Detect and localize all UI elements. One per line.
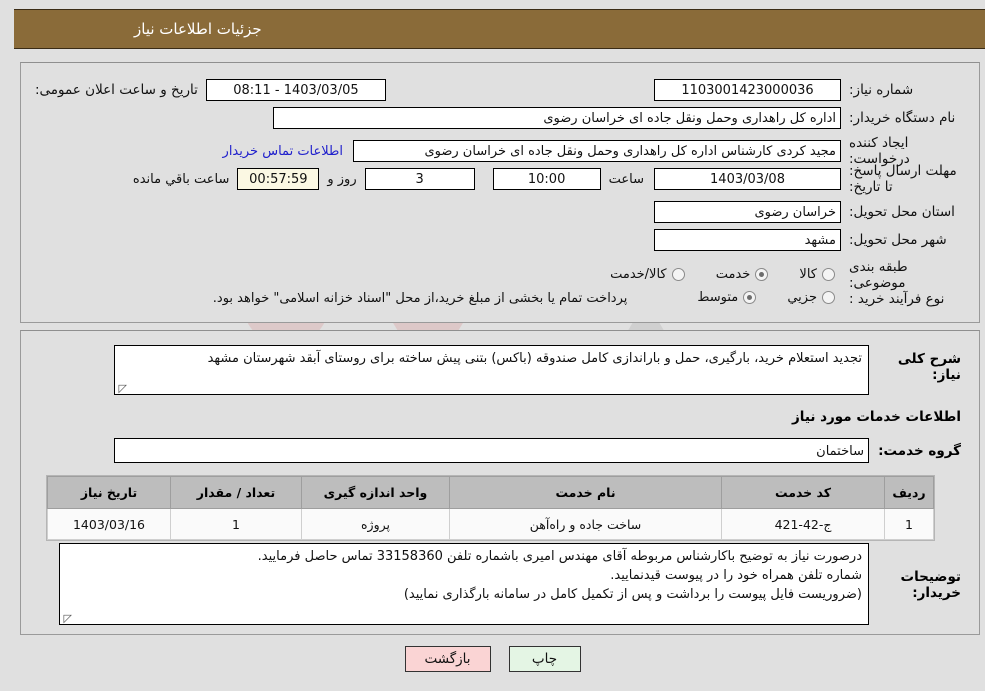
remaining-days-label: روز و [327, 171, 357, 187]
cell-service-code: ج-42-421 [721, 508, 885, 540]
radio-icon[interactable] [671, 267, 685, 281]
resize-grip-icon[interactable]: ◸ [118, 383, 127, 394]
overview-row: شرح کلی نیاز: تجدید استعلام خرید، بارگیر… [114, 345, 961, 395]
page-title: جزئیات اطلاعات نیاز [134, 20, 262, 38]
services-heading: اطلاعات خدمات مورد نیاز [791, 409, 961, 425]
process-option-jozei[interactable]: جزیي [787, 290, 835, 305]
category-row: طبقه بندی موضوعی: کالا خدمت کالا/خدمت [584, 259, 961, 291]
radio-icon[interactable] [822, 291, 835, 304]
cell-unit: پروژه [301, 508, 450, 540]
buyer-notes-row: توضیحات خریدار: درصورت نیاز به توضیح باک… [59, 543, 961, 625]
cell-quantity: 1 [170, 508, 302, 540]
process-option-label: متوسط [697, 290, 739, 305]
radio-icon[interactable] [822, 267, 835, 281]
countdown-value: 00:57:59 [237, 168, 320, 190]
need-number-label: شماره نیاز: [849, 82, 914, 98]
countdown-label: ساعت باقي مانده [132, 171, 230, 187]
category-option-kala-khedmat[interactable]: کالا/خدمت [610, 267, 685, 282]
buyer-contact-link[interactable]: اطلاعات تماس خریدار [223, 144, 343, 159]
buyer-notes-line: شماره تلفن همراه خود را در پیوست قیدنمای… [610, 568, 862, 583]
category-options: کالا خدمت کالا/خدمت [584, 266, 835, 285]
services-table: ردیف کد خدمت نام خدمت واحد اندازه گیری ت… [47, 476, 934, 540]
service-group-label: گروه خدمت: [878, 442, 961, 459]
announce-datetime-label: تاریخ و ساعت اعلان عمومی: [35, 82, 198, 98]
buyer-org-row: نام دستگاه خریدار: اداره کل راهداری وحمل… [273, 107, 961, 129]
category-option-kala[interactable]: کالا [799, 267, 835, 282]
city-row: شهر محل تحویل: مشهد [654, 229, 961, 251]
need-number-value: 1103001423000036 [654, 79, 841, 101]
category-option-khedmat[interactable]: خدمت [716, 267, 769, 282]
col-quantity: تعداد / مقدار [170, 476, 302, 509]
col-need-date: تاریخ نیاز [47, 476, 171, 509]
services-heading-row: اطلاعات خدمات مورد نیاز [792, 409, 961, 425]
resize-grip-icon[interactable]: ◸ [63, 613, 72, 624]
category-option-label: خدمت [715, 266, 751, 282]
radio-icon[interactable] [755, 267, 769, 281]
col-service-code: کد خدمت [721, 476, 885, 509]
service-group-value: ساختمان [114, 438, 869, 463]
overview-text: تجدید استعلام خرید، بارگیری، حمل و باران… [207, 351, 862, 366]
province-row: استان محل تحویل: خراسان رضوی [654, 201, 961, 223]
deadline-date-value: 1403/03/08 [654, 168, 841, 190]
process-row: نوع فرآیند خرید : جزیي متوسط پرداخت تمام… [213, 289, 961, 308]
services-table-wrapper: ردیف کد خدمت نام خدمت واحد اندازه گیری ت… [46, 475, 935, 541]
table-header-row: ردیف کد خدمت نام خدمت واحد اندازه گیری ت… [47, 476, 934, 509]
category-option-label: کالا/خدمت [610, 266, 667, 282]
tender-details-page: AriaTender.net جزئیات اطلاعات نیاز شماره… [0, 0, 985, 691]
process-note: پرداخت تمام یا بخشی از مبلغ خرید،از محل … [212, 291, 628, 306]
cell-service-name: ساخت جاده و راه‌آهن [449, 508, 722, 540]
buyer-notes-label: توضیحات خریدار: [900, 569, 961, 601]
buyer-notes-line: (ضروریست فایل پیوست را برداشت و پس از تک… [403, 587, 862, 602]
city-label: شهر محل تحویل: [849, 232, 947, 248]
province-value: خراسان رضوی [654, 201, 841, 223]
col-service-name: نام خدمت [449, 476, 722, 509]
table-row[interactable]: 1 ج-42-421 ساخت جاده و راه‌آهن پروژه 1 1… [47, 508, 934, 540]
buyer-org-value: اداره کل راهداری وحمل ونقل جاده ای خراسا… [273, 107, 841, 129]
back-button[interactable]: بازگشت [404, 646, 491, 672]
overview-textarea[interactable]: تجدید استعلام خرید، بارگیری، حمل و باران… [114, 345, 869, 395]
radio-icon[interactable] [743, 291, 757, 304]
overview-label: شرح کلی نیاز: [897, 351, 961, 383]
cell-row-no: 1 [884, 508, 934, 540]
col-unit: واحد اندازه گیری [301, 476, 450, 509]
category-label: طبقه بندی موضوعی: [849, 259, 908, 291]
buyer-notes-line: درصورت نیاز به توضیح باکارشناس مربوطه آق… [257, 549, 862, 564]
category-option-label: کالا [799, 266, 817, 282]
announce-datetime-row: 1403/03/05 - 08:11 تاریخ و ساعت اعلان عم… [35, 79, 386, 101]
process-options: جزیي متوسط [671, 289, 835, 308]
buyer-notes-textarea[interactable]: درصورت نیاز به توضیح باکارشناس مربوطه آق… [59, 543, 869, 625]
deadline-label: مهلت ارسال پاسخ: تا تاریخ: [849, 163, 957, 195]
process-option-motavaset[interactable]: متوسط [697, 290, 757, 305]
action-buttons: بازگشت چاپ [0, 646, 985, 672]
deadline-hour-value: 10:00 [492, 168, 601, 190]
province-label: استان محل تحویل: [849, 204, 955, 220]
process-label: نوع فرآیند خرید : [849, 290, 945, 307]
need-number-row: شماره نیاز: 1103001423000036 [654, 79, 961, 101]
need-info-panel: شماره نیاز: 1103001423000036 1403/03/05 … [20, 62, 980, 323]
buyer-org-label: نام دستگاه خریدار: [849, 110, 956, 126]
col-row-no: ردیف [884, 476, 934, 509]
remaining-days-value: 3 [364, 168, 475, 190]
announce-datetime-value: 1403/03/05 - 08:11 [205, 79, 386, 101]
creator-value: مجید کردی کارشناس اداره کل راهداری وحمل … [353, 140, 841, 162]
service-group-row: گروه خدمت: ساختمان [114, 438, 961, 463]
city-value: مشهد [654, 229, 841, 251]
deadline-hour-label: ساعت [608, 171, 644, 187]
process-option-label: جزیي [787, 290, 817, 305]
print-button[interactable]: چاپ [508, 646, 581, 672]
deadline-row: مهلت ارسال پاسخ: تا تاریخ: 1403/03/08 سا… [133, 163, 961, 195]
page-header: جزئیات اطلاعات نیاز [14, 9, 985, 49]
cell-need-date: 1403/03/16 [47, 508, 171, 540]
